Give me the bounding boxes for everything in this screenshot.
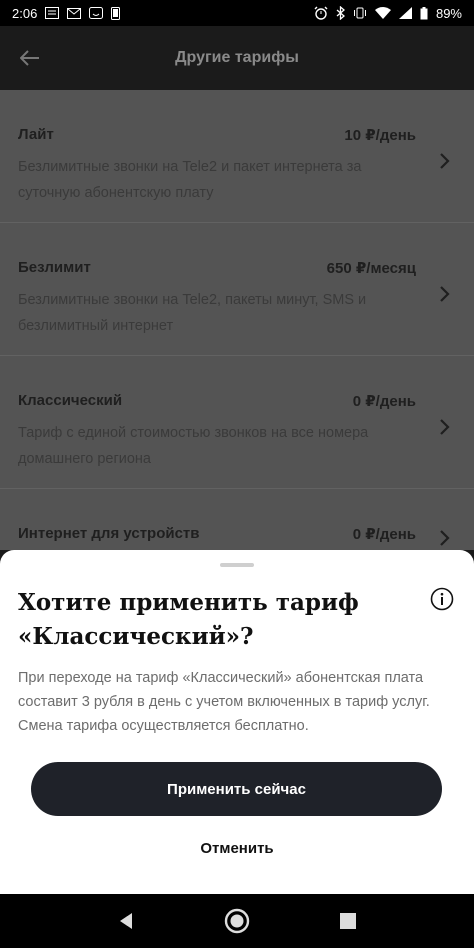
tariff-item-lite[interactable]: Лайт 10 ₽/день Безлимитные звонки на Tel… bbox=[0, 90, 474, 223]
signal-icon bbox=[398, 7, 412, 19]
tariff-description: Тариф с единой стоимостью звонков на все… bbox=[18, 425, 369, 467]
back-button[interactable] bbox=[14, 44, 46, 72]
chevron-right-icon bbox=[440, 286, 450, 302]
apply-now-button[interactable]: Применить сейчас bbox=[31, 762, 442, 816]
status-time: 2:06 bbox=[12, 5, 38, 21]
dialog-text: При переходе на тариф «Классический» або… bbox=[18, 670, 430, 734]
tariff-name: Безлимит bbox=[18, 259, 91, 276]
mail-icon bbox=[67, 7, 82, 19]
nav-home-button[interactable] bbox=[223, 907, 251, 935]
tariff-description: Безлимитные звонки на Tele2 и пакет инте… bbox=[18, 159, 362, 201]
vibrate-icon bbox=[353, 7, 367, 19]
nav-back-button[interactable] bbox=[112, 907, 140, 935]
tariff-price: 10 ₽/день bbox=[344, 127, 416, 144]
tariff-item-unlimited[interactable]: Безлимит 650 ₽/месяц Безлимитные звонки … bbox=[0, 223, 474, 356]
tariff-price: 0 ₽/день bbox=[352, 393, 416, 410]
tariff-description: Безлимитные звонки на Tele2, пакеты мину… bbox=[18, 292, 367, 334]
battery-icon bbox=[420, 6, 428, 20]
tariff-name: Классический bbox=[18, 392, 123, 409]
system-nav-bar bbox=[0, 894, 474, 948]
battery-percent: 89% bbox=[435, 5, 462, 21]
tariff-item-classic[interactable]: Классический 0 ₽/день Тариф с единой сто… bbox=[0, 356, 474, 489]
wifi-icon bbox=[374, 7, 391, 19]
nav-recents-icon bbox=[340, 913, 357, 929]
tariff-list: Лайт 10 ₽/день Безлимитные звонки на Tel… bbox=[0, 90, 474, 550]
alarm-icon bbox=[314, 6, 328, 20]
tariff-name: Интернет для устройств bbox=[18, 525, 200, 542]
nav-home-icon bbox=[224, 908, 250, 934]
dialog-title: Хотите применить тариф «Классический»? bbox=[18, 589, 359, 650]
nav-recents-button[interactable] bbox=[334, 907, 362, 935]
info-icon[interactable] bbox=[430, 587, 454, 611]
chevron-right-icon bbox=[440, 419, 450, 435]
tariff-price: 650 ₽/месяц bbox=[326, 260, 416, 277]
app-bar: Другие тарифы bbox=[0, 26, 474, 90]
confirm-bottom-sheet: Хотите применить тариф «Классический»? П… bbox=[0, 550, 474, 894]
tariff-item-devices[interactable]: Интернет для устройств 0 ₽/день bbox=[0, 489, 474, 550]
bluetooth-icon bbox=[336, 6, 345, 20]
back-arrow-icon bbox=[20, 50, 39, 66]
sheet-drag-handle[interactable] bbox=[220, 563, 254, 567]
cancel-button[interactable]: Отменить bbox=[0, 840, 474, 857]
phone-icon bbox=[111, 6, 121, 20]
page-title: Другие тарифы bbox=[175, 49, 299, 66]
nav-back-icon bbox=[119, 913, 132, 929]
status-bar: 2:06 89% bbox=[0, 0, 474, 26]
tele2-icon bbox=[89, 7, 104, 19]
chevron-right-icon bbox=[440, 153, 450, 169]
tariff-name: Лайт bbox=[18, 126, 54, 143]
message-icon bbox=[45, 7, 60, 19]
chevron-right-icon bbox=[440, 530, 450, 546]
